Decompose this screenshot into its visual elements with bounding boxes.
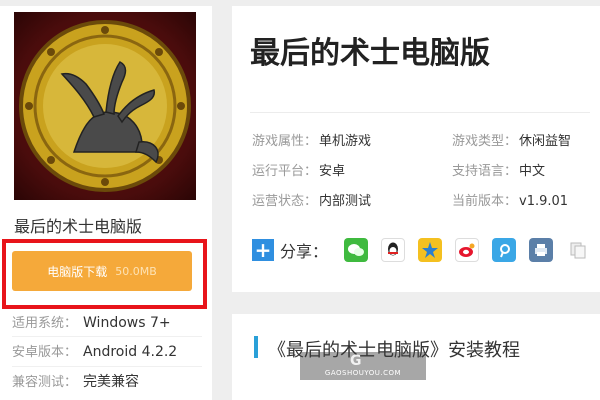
info-value: 休闲益智 [519,134,572,149]
info-label: 游戏类型： [452,134,518,149]
copy-icon[interactable] [566,238,591,262]
page-title: 最后的术士电脑版 [250,36,490,71]
meta-label: 安卓版本： [12,345,78,360]
share-label: 分享： [280,242,329,261]
meta-label: 兼容测试： [12,375,78,390]
info-attribute: 游戏属性： 单机游戏 [252,130,371,149]
info-label: 运行平台： [252,164,318,179]
info-value: 中文 [519,164,546,179]
info-value: 单机游戏 [319,134,372,149]
download-button[interactable]: 电脑版下载 50.0MB [12,251,192,291]
game-detail-panel: 最后的术士电脑版 游戏属性： 单机游戏 游戏类型： 休闲益智 运行平台： 安卓 支持语… [232,6,600,292]
meta-value: Windows 7+ [83,315,171,331]
info-language: 支持语言： 中文 [452,160,545,179]
print-icon[interactable] [529,238,554,262]
meta-label: 适用系统： [12,316,78,331]
info-label: 支持语言： [452,164,518,179]
wechat-icon[interactable] [344,238,369,262]
meta-row-system: 适用系统： Windows 7+ [12,308,202,331]
watermark-text: GAOSHOUYOU.COM [324,369,402,377]
section-accent-bar [254,336,258,358]
meta-row-compat: 兼容测试： 完美兼容 [12,366,202,391]
download-size: 50.0MB [115,264,157,278]
app-name: 最后的术士电脑版 [14,217,143,236]
info-value: 安卓 [319,164,346,179]
tencent-weibo-icon[interactable] [492,238,517,262]
watermark-logo-icon: G [350,353,362,369]
hydra-shield-icon [19,20,191,192]
download-button-label: 电脑版下载 [47,264,108,279]
info-status: 运营状态： 内部测试 [252,190,371,209]
plus-icon[interactable]: + [252,239,274,261]
divider [250,112,590,113]
info-label: 游戏属性： [252,134,318,149]
meta-value: 完美兼容 [83,374,140,390]
weibo-icon[interactable] [455,238,480,262]
info-label: 运营状态： [252,194,318,209]
app-icon [14,12,196,200]
info-value: v1.9.01 [519,194,569,209]
info-label: 当前版本： [452,194,518,209]
qzone-star-icon[interactable] [418,238,443,262]
site-watermark: G GAOSHOUYOU.COM [300,352,426,380]
info-version: 当前版本： v1.9.01 [452,190,568,209]
meta-value: Android 4.2.2 [83,344,178,360]
info-platform: 运行平台： 安卓 [252,160,345,179]
qq-icon[interactable] [381,238,406,262]
info-value: 内部测试 [319,194,372,209]
share-bar: + 分享： [252,238,597,262]
info-type: 游戏类型： 休闲益智 [452,130,571,149]
meta-row-android: 安卓版本： Android 4.2.2 [12,336,202,360]
